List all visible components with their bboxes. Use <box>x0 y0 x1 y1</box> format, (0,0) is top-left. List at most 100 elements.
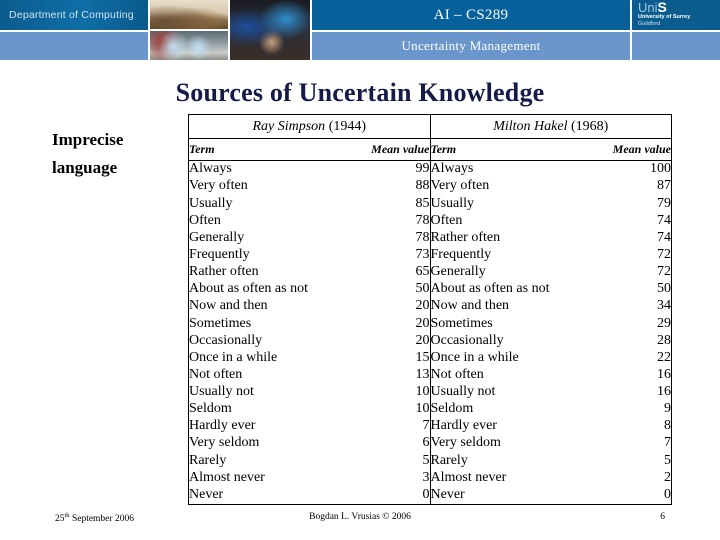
cell-term-left: Rarely <box>189 452 227 468</box>
department-banner-lower <box>0 32 148 60</box>
computer-lab-photo <box>150 31 228 60</box>
cell-term-right: Usually not <box>430 384 496 400</box>
table-body: Always 99 Always 100 Very often 88 Very often 8… <box>189 160 671 504</box>
column-header-term-left: Term <box>189 138 310 161</box>
cell-term-right: Very seldom <box>430 435 501 451</box>
cell-term-left: Usually not <box>189 384 254 400</box>
cell-value-left: 10 <box>309 400 431 419</box>
table-group-header-row: Ray Simpson (1944) Milton Hakel (1968) <box>189 115 671 139</box>
cell-term-left: Almost never <box>189 469 265 485</box>
cell-term-right: Never <box>430 486 465 502</box>
table-row: Generally 78 Rather often 74 <box>189 229 671 247</box>
slide-footer: 25th September 2006 Bogdan L. Vrusias © … <box>0 512 720 532</box>
table-row: Never 0 Never 0 <box>189 486 671 504</box>
cell-value-left: 99 <box>309 160 431 179</box>
cell-value-left: 20 <box>309 298 431 316</box>
cell-term-left: About as often as not <box>189 281 308 297</box>
column-header-term-right: Term <box>430 138 551 161</box>
cell-term-right: Sometimes <box>430 315 493 331</box>
cell-value-left: 88 <box>309 178 431 196</box>
cell-term-left: Hardly ever <box>189 418 256 434</box>
cell-value-right: 2 <box>664 469 671 485</box>
table-row: About as often as not 50 About as often as… <box>189 281 671 299</box>
group-author-hakel: Milton Hakel <box>493 118 568 134</box>
cell-term-left: Generally <box>189 229 245 245</box>
cell-value-left: 10 <box>309 383 431 401</box>
table-row: Frequently 73 Frequently 72 <box>189 246 671 264</box>
column-header-mean-right: Mean value <box>550 138 671 161</box>
cell-value-left: 15 <box>309 349 431 367</box>
cell-value-left: 50 <box>309 281 431 299</box>
table-row: Very seldom 6 Very seldom 7 <box>189 435 671 453</box>
table-row: Occasionally 20 Occasionally 28 <box>189 332 671 350</box>
cell-term-right: Often <box>430 212 463 228</box>
cell-term-right: About as often as not <box>430 281 550 297</box>
cell-value-left: 85 <box>309 195 431 213</box>
group-header-hakel: Milton Hakel (1968) <box>430 115 671 139</box>
cell-value-left: 7 <box>309 418 431 436</box>
footer-page-number: 6 <box>660 512 665 522</box>
cell-value-right: 7 <box>664 435 671 451</box>
cell-value-right: 29 <box>657 315 671 331</box>
cell-value-right: 74 <box>657 229 671 245</box>
cell-term-left: Always <box>189 161 232 177</box>
header-photo-strip <box>150 0 310 60</box>
cell-value-right: 72 <box>657 246 671 262</box>
cell-term-right: Rather often <box>430 229 501 245</box>
table-row: Usually 85 Usually 79 <box>189 195 671 213</box>
cell-term-right: Hardly ever <box>430 418 497 434</box>
cell-term-right: Rarely <box>430 452 468 468</box>
group-year-simpson: (1944) <box>328 118 367 134</box>
cell-term-left: Not often <box>189 366 243 382</box>
cell-value-left: 3 <box>309 469 431 487</box>
course-code-label: AI – CS289 <box>433 6 509 23</box>
uncertain-terms-table: Ray Simpson (1944) Milton Hakel (1968) T… <box>188 114 672 505</box>
university-logo-lower <box>632 32 720 60</box>
table-row: Very often 88 Very often 87 <box>189 178 671 196</box>
cell-term-left: Now and then <box>189 298 268 314</box>
table-row: Not often 13 Not often 16 <box>189 366 671 384</box>
cell-term-left: Rather often <box>189 264 259 280</box>
cell-term-right: Frequently <box>430 246 492 262</box>
cell-term-left: Seldom <box>189 401 232 417</box>
cell-term-left: Very seldom <box>189 435 260 451</box>
cell-term-left: Never <box>189 486 224 502</box>
cell-value-left: 5 <box>309 452 431 470</box>
table-row: Once in a while 15 Once in a while 22 <box>189 349 671 367</box>
cell-value-right: 0 <box>664 486 671 502</box>
cell-value-right: 5 <box>664 452 671 468</box>
cell-value-right: 79 <box>657 195 671 211</box>
cell-term-right: Occasionally <box>430 332 504 348</box>
cell-term-right: Usually <box>430 195 475 211</box>
university-city-label: Guildford <box>638 21 661 27</box>
cell-term-right: Not often <box>430 366 484 382</box>
cell-term-left: Once in a while <box>189 349 278 365</box>
table-row: Now and then 20 Now and then 34 <box>189 298 671 316</box>
lecture-hall-photo <box>150 0 228 29</box>
cell-value-right: 9 <box>664 401 671 417</box>
students-at-computer-photo <box>230 0 310 60</box>
cell-value-left: 78 <box>309 212 431 230</box>
cell-term-right: Now and then <box>430 298 510 314</box>
slide-header: Department of Computing AI – CS289 Uncer… <box>0 0 720 62</box>
cell-value-left: 65 <box>309 263 431 281</box>
table-row: Hardly ever 7 Hardly ever 8 <box>189 418 671 436</box>
department-label: Department of Computing <box>9 9 134 21</box>
table-row: Sometimes 20 Sometimes 29 <box>189 315 671 333</box>
cell-value-right: 100 <box>650 161 671 177</box>
topic-banner: Uncertainty Management <box>312 32 630 60</box>
cell-value-right: 72 <box>657 264 671 280</box>
cell-value-left: 20 <box>309 332 431 350</box>
cell-value-left: 6 <box>309 435 431 453</box>
cell-term-left: Sometimes <box>189 315 252 331</box>
university-logo: UniS University of Surrey Guildford <box>632 0 720 30</box>
group-author-simpson: Ray Simpson <box>252 118 326 134</box>
group-year-hakel: (1968) <box>570 118 609 134</box>
cell-term-left: Very often <box>189 178 248 194</box>
department-banner: Department of Computing <box>0 0 148 30</box>
cell-term-left: Occasionally <box>189 332 263 348</box>
cell-value-left: 0 <box>309 486 431 504</box>
university-name-label: University of Surrey <box>638 14 691 20</box>
cell-term-right: Seldom <box>430 401 474 417</box>
cell-term-right: Always <box>430 161 474 177</box>
